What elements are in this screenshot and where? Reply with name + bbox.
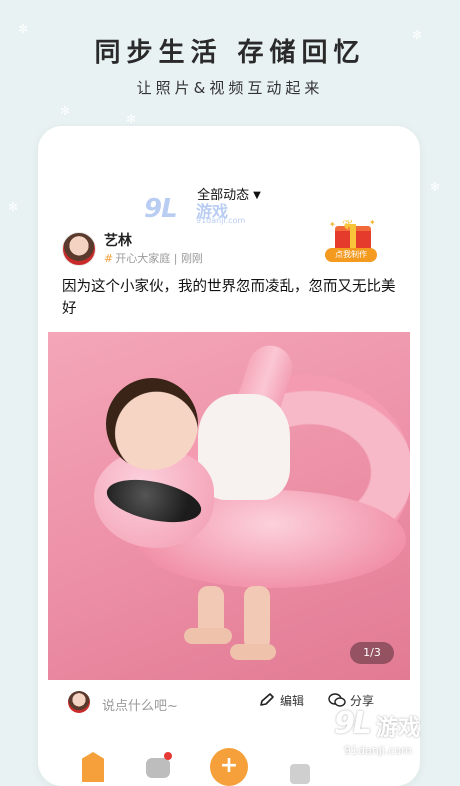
make-gift-label: 点我制作 — [325, 248, 377, 262]
comment-input[interactable]: 说点什么吧~ — [102, 695, 178, 714]
snowflake-icon: ✻ — [430, 180, 441, 194]
watermark-logo: 9L 游戏 91danji.com — [144, 194, 246, 232]
watermark-logo-large: 9L 游戏 91danji.com — [334, 704, 458, 764]
edit-label: 编辑 — [280, 694, 305, 708]
phone-screen: 全部动态 ▼ 9L 游戏 91danji.com 艺林 # 开心大家庭 | 刚刚 ✦… — [38, 126, 420, 786]
snowflake-icon: ✻ — [60, 104, 71, 118]
gift-bow-icon: ❦ — [342, 218, 354, 234]
child-foot — [184, 628, 232, 644]
avatar[interactable] — [62, 232, 96, 266]
caret-down-icon: ▼ — [253, 190, 261, 201]
hero-title: 同步生活 存储回忆 — [94, 38, 366, 68]
child-foot — [230, 644, 276, 660]
hashtag-icon: # — [104, 252, 114, 265]
hero-subtitle: 让照片&视频互动起来 — [136, 79, 324, 97]
watermark-url: 91danji.com — [344, 744, 412, 757]
sparkle-icon: ✦ — [369, 218, 376, 227]
tab-home-icon[interactable] — [82, 752, 104, 782]
avatar — [68, 691, 90, 713]
watermark-mark: 9L — [144, 194, 178, 224]
post-caption: 因为这个小家伙，我的世界忽而凌乱，忽而又无比美好 — [62, 279, 396, 317]
child-leg — [244, 586, 270, 650]
tab-profile-icon[interactable] — [290, 764, 310, 784]
add-post-button[interactable]: + — [210, 748, 248, 786]
photo-counter: 1/3 — [350, 642, 394, 664]
snowflake-icon: ✻ — [8, 200, 19, 214]
post-author[interactable]: 艺林 — [104, 230, 132, 250]
snowflake-icon: ✻ — [126, 112, 137, 126]
post-meta-separator: | — [173, 252, 178, 265]
post-photo[interactable]: 1/3 — [48, 332, 410, 680]
watermark-brand: 游戏 — [376, 716, 421, 741]
post-meta: # 开心大家庭 | 刚刚 — [104, 250, 203, 266]
post-time: 刚刚 — [180, 252, 203, 265]
watermark-url: 91danji.com — [196, 216, 246, 225]
tab-message-icon[interactable] — [146, 758, 170, 778]
post-family: 开心大家庭 — [115, 252, 171, 265]
make-gift-button[interactable]: ✦ ✦ ❦ 点我制作 — [323, 216, 379, 266]
watermark-mark: 9L — [334, 706, 372, 741]
notification-dot — [164, 752, 172, 760]
child-head — [106, 378, 198, 470]
pencil-icon — [260, 693, 274, 706]
edit-button[interactable]: 编辑 — [258, 692, 304, 709]
